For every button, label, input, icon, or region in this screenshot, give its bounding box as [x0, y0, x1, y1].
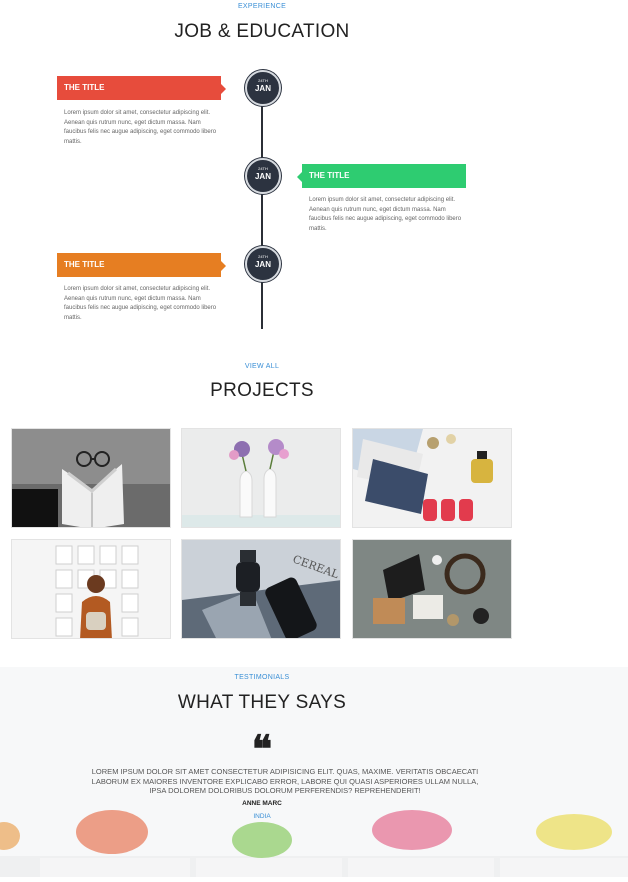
projects-title: PROJECTS	[210, 380, 314, 401]
timeline-item-text: Lorem ipsum dolor sit amet, consectetur …	[64, 110, 217, 145]
phone-watch-image[interactable]: CEREAL	[181, 539, 341, 639]
timeline-date-badge: 24TH JAN	[245, 70, 281, 106]
quote-icon: ❝	[251, 726, 273, 771]
timeline-item-title-text: THE TITLE	[309, 171, 350, 180]
timeline-item-title-text: THE TITLE	[64, 83, 105, 92]
flowers-vases-image[interactable]	[181, 428, 341, 528]
timeline-line	[261, 86, 263, 329]
experience-title: JOB & EDUCATION	[174, 21, 350, 42]
testimonial-author: ANNE MARC	[242, 800, 282, 807]
timeline-item-title: THE TITLE	[57, 76, 226, 100]
succulent-pots-image	[0, 800, 628, 877]
gallery-visitor-image[interactable]	[11, 539, 171, 639]
projects-eyebrow[interactable]: VIEW ALL	[0, 363, 524, 370]
timeline-item-text: Lorem ipsum dolor sit amet, consectetur …	[64, 286, 217, 321]
timeline-month: JAN	[254, 260, 271, 269]
timeline-item-text: Lorem ipsum dolor sit amet, consectetur …	[309, 197, 462, 232]
flatlay-accessories-image[interactable]	[352, 539, 512, 639]
timeline-item-title: THE TITLE	[297, 164, 466, 188]
timeline-month: JAN	[254, 172, 271, 181]
timeline-date-badge: 24TH JAN	[245, 158, 281, 194]
magazines-perfume-image[interactable]	[352, 428, 512, 528]
testimonial-location: INDIA	[253, 813, 271, 820]
timeline-item-title-text: THE TITLE	[64, 260, 105, 269]
experience-eyebrow: EXPERIENCE	[237, 3, 287, 10]
testimonials-title: WHAT THEY SAYS	[177, 692, 347, 713]
testimonial-text: LOREM IPSUM DOLOR SIT AMET CONSECTETUR A…	[91, 767, 479, 795]
timeline-item-title: THE TITLE	[57, 253, 226, 277]
timeline-month: JAN	[254, 84, 271, 93]
open-book-glasses-image[interactable]	[11, 428, 171, 528]
timeline-date-badge: 24TH JAN	[245, 246, 281, 282]
testimonials-eyebrow: TESTIMONIALS	[234, 674, 290, 681]
